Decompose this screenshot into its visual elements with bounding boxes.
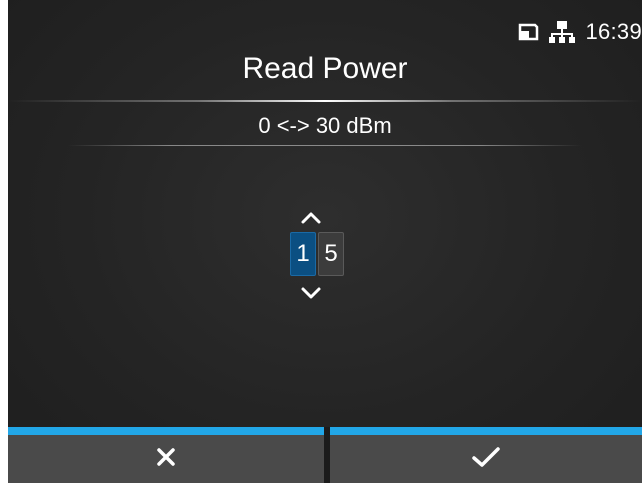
page-title: Read Power [242, 52, 408, 85]
confirm-button[interactable] [330, 427, 642, 483]
checkmark-icon [471, 445, 501, 474]
card-icon [517, 22, 539, 42]
digit-tens[interactable]: 1 [290, 232, 316, 276]
network-icon [549, 20, 576, 44]
softkey-bar [8, 427, 642, 483]
cancel-button[interactable] [8, 427, 324, 483]
printer-screen: 16:39 Read Power 0 <-> 30 dBm 1 5 [8, 0, 642, 483]
range-divider [68, 145, 582, 146]
chevron-down-icon[interactable] [300, 286, 322, 300]
range-label: 0 <-> 30 dBm [258, 113, 392, 138]
clock: 16:39 [585, 19, 642, 44]
digit-ones[interactable]: 5 [318, 232, 344, 276]
title-divider [8, 100, 642, 102]
close-icon [155, 446, 177, 473]
chevron-up-icon[interactable] [300, 211, 322, 225]
status-bar: 16:39 [517, 12, 642, 52]
